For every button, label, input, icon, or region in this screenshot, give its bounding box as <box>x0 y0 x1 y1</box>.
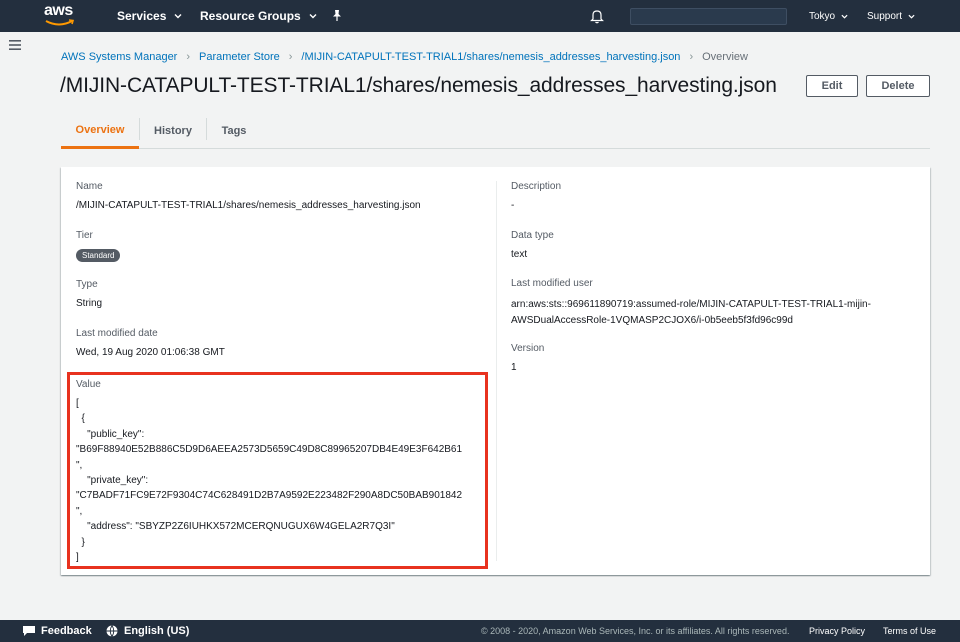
data-type-value: text <box>511 249 528 260</box>
language-selector[interactable]: English (US) <box>106 620 189 642</box>
feedback-label: Feedback <box>41 625 92 637</box>
feedback-link[interactable]: Feedback <box>22 620 92 642</box>
last-modified-user-label: Last modified user <box>511 278 593 289</box>
aws-logo-text: aws <box>44 2 73 19</box>
support-menu[interactable]: Support <box>867 0 915 32</box>
services-menu[interactable]: Services <box>117 0 182 32</box>
tier-label: Tier <box>76 230 93 241</box>
chevron-right-icon: › <box>288 51 293 63</box>
description-label: Description <box>511 181 562 192</box>
privacy-policy-link[interactable]: Privacy Policy <box>809 620 865 642</box>
tab-bar: Overview History Tags <box>61 113 930 149</box>
version-value: 1 <box>511 362 517 373</box>
region-label: Tokyo <box>809 10 836 22</box>
breadcrumb-parameter-store[interactable]: Parameter Store <box>199 51 280 63</box>
value-highlight-box: Value [ { "public_key": "B69F88940E52B88… <box>67 372 488 569</box>
terms-of-use-link[interactable]: Terms of Use <box>883 620 936 642</box>
last-modified-user-value: arn:aws:sts::969611890719:assumed-role/M… <box>511 299 871 326</box>
resource-groups-label: Resource Groups <box>200 9 301 23</box>
delete-button[interactable]: Delete <box>866 75 930 97</box>
chevron-right-icon: › <box>186 51 191 63</box>
footer: Feedback English (US) © 2008 - 2020, Ama… <box>0 620 960 642</box>
last-modified-date-value: Wed, 19 Aug 2020 01:06:38 GMT <box>76 347 225 358</box>
name-label: Name <box>76 181 103 192</box>
support-label: Support <box>867 10 903 22</box>
data-type-label: Data type <box>511 230 554 241</box>
edit-button[interactable]: Edit <box>806 75 858 97</box>
breadcrumb: AWS Systems Manager › Parameter Store › … <box>61 50 748 64</box>
chevron-down-icon <box>841 14 848 19</box>
aws-logo[interactable]: aws <box>44 3 78 29</box>
chevron-right-icon: › <box>689 51 694 63</box>
tab-overview[interactable]: Overview <box>61 113 139 149</box>
chevron-down-icon <box>309 14 317 19</box>
bell-icon[interactable] <box>590 8 604 24</box>
chevron-down-icon <box>174 14 182 19</box>
value-label: Value <box>76 379 101 390</box>
feedback-icon <box>23 626 35 636</box>
chevron-down-icon <box>908 14 915 19</box>
value-content: [ { "public_key": "B69F88940E52B886C5D9D… <box>76 398 463 564</box>
parameter-details-panel: Name /MIJIN-CATAPULT-TEST-TRIAL1/shares/… <box>61 167 930 575</box>
type-value: String <box>76 298 103 309</box>
page-title: /MIJIN-CATAPULT-TEST-TRIAL1/shares/nemes… <box>60 74 777 97</box>
description-value: - <box>511 200 515 211</box>
services-label: Services <box>117 9 167 23</box>
column-divider <box>496 181 497 561</box>
search-input[interactable] <box>630 8 787 25</box>
globe-icon <box>106 625 118 637</box>
last-modified-date-label: Last modified date <box>76 328 158 339</box>
breadcrumb-systems-manager[interactable]: AWS Systems Manager <box>61 51 177 63</box>
tier-badge: Standard <box>76 249 121 262</box>
top-navigation: aws Services Resource Groups Tokyo Suppo… <box>0 0 960 32</box>
copyright-text: © 2008 - 2020, Amazon Web Services, Inc.… <box>481 626 790 636</box>
menu-icon[interactable] <box>9 40 21 50</box>
language-label: English (US) <box>124 625 190 637</box>
tab-history[interactable]: History <box>140 113 206 149</box>
region-menu[interactable]: Tokyo <box>809 0 848 32</box>
breadcrumb-parameter[interactable]: /MIJIN-CATAPULT-TEST-TRIAL1/shares/nemes… <box>301 51 680 63</box>
aws-smile-icon <box>45 19 75 26</box>
type-label: Type <box>76 279 98 290</box>
pin-icon[interactable] <box>331 9 343 22</box>
tab-tags[interactable]: Tags <box>207 113 261 149</box>
version-label: Version <box>511 343 545 354</box>
breadcrumb-current: Overview <box>702 51 748 63</box>
resource-groups-menu[interactable]: Resource Groups <box>200 0 317 32</box>
name-value: /MIJIN-CATAPULT-TEST-TRIAL1/shares/nemes… <box>76 200 421 211</box>
